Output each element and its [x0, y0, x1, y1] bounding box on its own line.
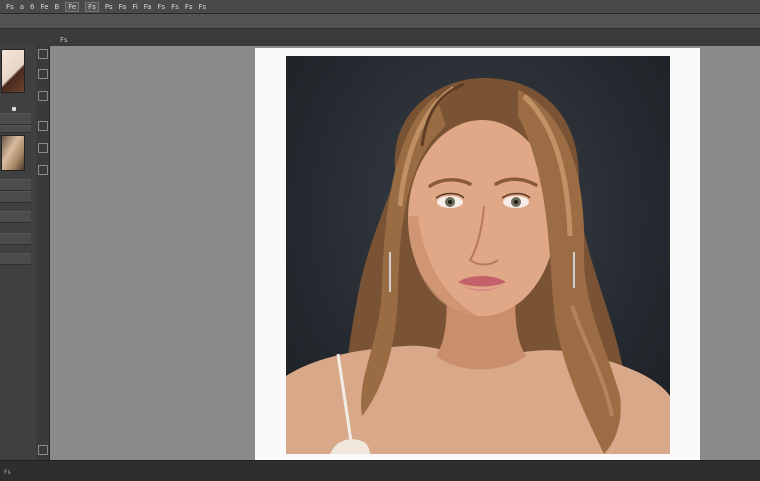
panel-row[interactable]: [0, 191, 31, 203]
document-tab-bar: Fs: [50, 35, 760, 46]
panel-row[interactable]: [0, 253, 31, 265]
document-tab[interactable]: Fs: [60, 36, 68, 44]
portrait-photo: [286, 56, 670, 454]
tool-strip: [36, 45, 50, 460]
menu-item-11[interactable]: Fa: [144, 3, 152, 11]
status-text: Fs: [4, 469, 11, 476]
menu-item-9[interactable]: Fa: [119, 3, 127, 11]
brush-icon[interactable]: [38, 91, 48, 101]
menu-item-7[interactable]: Fs: [85, 1, 99, 12]
menu-item-4[interactable]: Fe: [40, 3, 48, 11]
portrait-illustration: [286, 78, 670, 454]
menu-item-3[interactable]: 6: [30, 3, 34, 11]
menu-item-10[interactable]: Fi: [132, 3, 137, 11]
menu-item-8[interactable]: Ps: [105, 3, 113, 11]
layer-thumbnail[interactable]: [1, 49, 25, 93]
panel-row[interactable]: [0, 211, 31, 223]
menu-bar: Fs a 6 Fe B Fe Fs Ps Fa Fi Fa Fs Fs Fs F…: [0, 0, 760, 14]
canvas-area[interactable]: [50, 46, 760, 460]
panel-row[interactable]: [0, 233, 31, 245]
panel-row[interactable]: [0, 113, 31, 125]
menu-item-15[interactable]: Fs: [199, 3, 207, 11]
menu-item-2[interactable]: a: [20, 3, 24, 11]
document-page: [255, 48, 700, 460]
menu-item-6[interactable]: Fe: [65, 1, 80, 12]
lasso-icon[interactable]: [38, 121, 48, 131]
menu-item-5[interactable]: B: [54, 3, 59, 11]
panel-row[interactable]: [0, 179, 31, 191]
menu-item-13[interactable]: Fs: [171, 3, 179, 11]
status-bar: Fs: [0, 460, 760, 481]
type-icon[interactable]: [38, 445, 48, 455]
menu-item-1[interactable]: Fs: [6, 3, 14, 11]
panel-row[interactable]: [0, 125, 31, 133]
zoom-icon[interactable]: [38, 69, 48, 79]
layer-thumbnail[interactable]: [1, 135, 25, 171]
visibility-icon[interactable]: [12, 107, 16, 111]
options-bar: [0, 14, 760, 29]
layers-panel: [0, 45, 37, 460]
menu-item-12[interactable]: Fs: [157, 3, 165, 11]
menu-item-14[interactable]: Fs: [185, 3, 193, 11]
eyedropper-icon[interactable]: [38, 165, 48, 175]
hand-icon[interactable]: [38, 49, 48, 59]
crop-icon[interactable]: [38, 143, 48, 153]
